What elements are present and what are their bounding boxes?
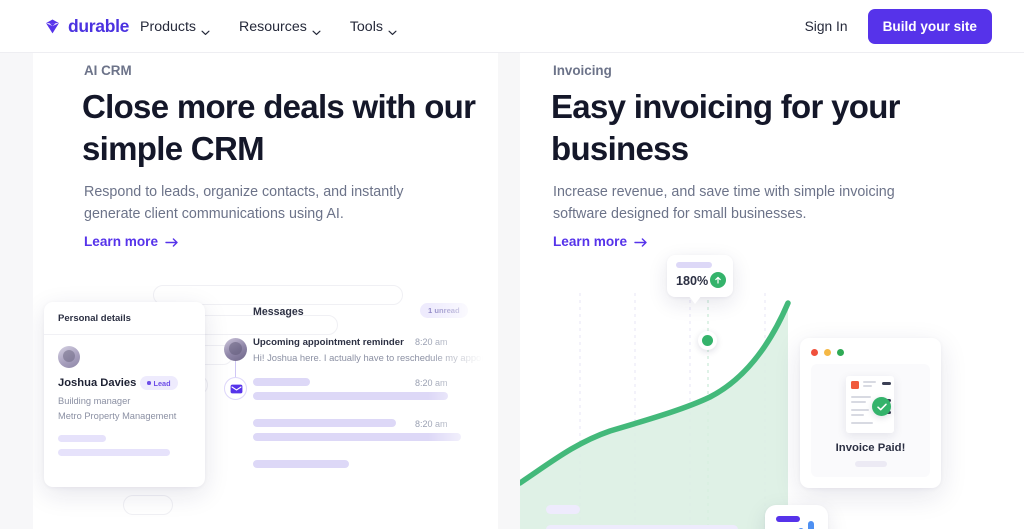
window-traffic-lights [811,349,844,356]
nav-item-label: Resources [239,18,307,35]
nav-item-products[interactable]: Products [140,19,210,35]
brand-name: durable [68,16,130,36]
header-actions: Sign In Build your site [799,0,992,53]
feature-panel-invoicing: Invoicing Easy invoicing for your busine… [520,53,1024,529]
invoice-document-icon [846,376,894,433]
build-your-site-button[interactable]: Build your site [867,9,992,44]
placeholder-pill [58,449,170,456]
panel-subcopy: Increase revenue, and save time with sim… [553,184,895,223]
bar-chart-card[interactable] [765,505,828,529]
arrow-right-icon [165,236,179,247]
nav-item-resources[interactable]: Resources [239,19,321,35]
invoice-paid-card[interactable]: Invoice Paid! [800,338,941,488]
doc-brand-mark [851,381,859,389]
messages-panel: Messages 1 unread Upcoming appointment r… [208,293,498,529]
chevron-down-icon [201,24,210,35]
chevron-down-icon [312,24,321,35]
placeholder-pill [676,262,712,268]
brand-logo[interactable]: durable [43,17,129,36]
learn-more-label: Learn more [84,234,159,249]
card-header: Personal details [44,302,205,335]
placeholder-pill [253,460,349,468]
fade-overlay [428,293,498,529]
page-gutter-left [0,0,33,529]
bar-chart-icon [808,521,814,529]
card-title: Personal details [58,313,131,324]
user-avatar [58,346,80,368]
chart-data-point-marker [698,331,717,350]
panel-eyebrow: Invoicing [553,63,612,78]
nav-item-tools[interactable]: Tools [350,19,397,35]
status-badge-label: Lead [153,378,171,388]
invoice-status-label: Invoice Paid! [835,442,906,454]
check-circle-icon [872,397,891,416]
user-avatar [224,338,247,361]
placeholder-pill [253,378,310,386]
panel-headline: Close more deals with our simple CRM [82,88,476,167]
window-dot-close [811,349,818,356]
personal-details-card[interactable]: Personal details Joshua Davies Lead Buil… [44,302,205,487]
message-subject: Upcoming appointment reminder [253,337,404,348]
status-dot-icon [147,381,151,385]
messages-title: Messages [253,306,304,318]
panel-subcopy: Respond to leads, organize contacts, and… [84,184,404,223]
status-badge: Lead [140,376,178,390]
arrow-up-icon [710,272,726,288]
contact-role: Building manager [58,396,131,406]
card-label-pill [776,516,800,522]
placeholder-pill [546,525,738,529]
invoicing-illustration: 180% Invoice Paid! [520,233,1024,529]
panel-eyebrow: AI CRM [84,63,132,78]
gem-diamond-icon [43,17,62,36]
site-header: durable Products Resources Tools Sign In… [0,0,1024,53]
feature-panel-crm: AI CRM Close more deals with our simple … [33,53,498,529]
placeholder-pill [253,392,448,400]
contact-name: Joshua Davies [58,377,137,389]
nav-item-label: Products [140,18,196,35]
card-body: Invoice Paid! [811,364,930,477]
crm-illustration: Personal details Joshua Davies Lead Buil… [33,285,498,529]
placeholder-pill [855,461,887,467]
window-dot-maximize [837,349,844,356]
chart-tooltip: 180% [667,255,733,304]
panel-divider [498,50,520,529]
chevron-down-icon [388,24,397,35]
placeholder-pill [546,505,580,514]
placeholder-pill [58,435,106,442]
panel-headline: Easy invoicing for your business [551,88,901,167]
contact-organization: Metro Property Management [58,411,177,421]
nav-item-label: Tools [349,18,383,35]
learn-more-link-crm[interactable]: Learn more [84,234,179,249]
main-nav: Products Resources Tools [140,0,397,53]
placeholder-pill [253,419,396,427]
tooltip-value: 180% [676,274,709,288]
mail-icon [224,377,247,400]
sign-in-button[interactable]: Sign In [799,12,854,41]
window-dot-minimize [824,349,831,356]
